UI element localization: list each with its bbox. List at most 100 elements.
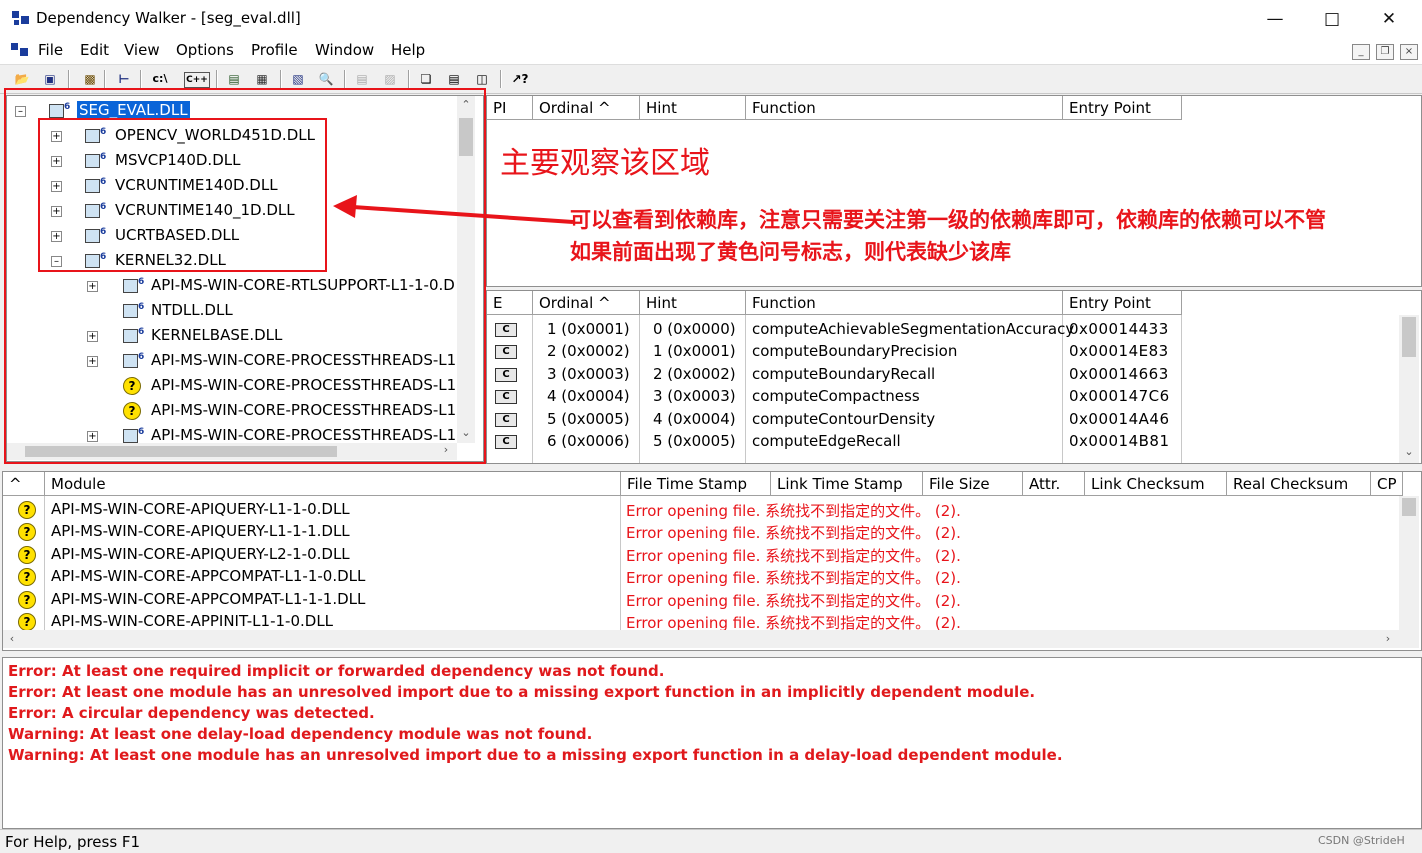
- title-bar: Dependency Walker - [seg_eval.dll] — □ ✕: [0, 0, 1422, 38]
- mdi-close-button[interactable]: ×: [1400, 44, 1418, 60]
- hint-cell: 5 (0x0005): [653, 432, 736, 450]
- table-row[interactable]: C 6 (0x0006) 5 (0x0005) computeEdgeRecal…: [487, 431, 1397, 453]
- log-line: Error: At least one required implicit or…: [8, 662, 665, 680]
- table-row[interactable]: ? API-MS-WIN-CORE-APPINIT-L1-1-0.DLL Err…: [3, 611, 1398, 631]
- missing-question-icon: ?: [18, 523, 36, 541]
- status-cell: Error opening file. 系统找不到指定的文件。 (2).: [626, 592, 961, 610]
- col-header-link-time-stamp[interactable]: Link Time Stamp: [771, 472, 923, 496]
- toolbar-separator: [344, 70, 346, 88]
- chart-icon[interactable]: ▤: [224, 69, 244, 89]
- hint-cell: 3 (0x0003): [653, 387, 736, 405]
- col-header-cp[interactable]: CP: [1371, 472, 1403, 496]
- table-row[interactable]: ? API-MS-WIN-CORE-APPCOMPAT-L1-1-1.DLL E…: [3, 589, 1398, 611]
- module-cell: API-MS-WIN-CORE-APPINIT-L1-1-0.DLL: [51, 612, 334, 630]
- table-row[interactable]: ? API-MS-WIN-CORE-APIQUERY-L1-1-1.DLL Er…: [3, 521, 1398, 543]
- col-header-hint[interactable]: Hint: [640, 291, 746, 315]
- col-header-file-time-stamp[interactable]: File Time Stamp: [621, 472, 771, 496]
- close-button[interactable]: ✕: [1366, 0, 1412, 38]
- menu-window[interactable]: Window: [315, 41, 374, 59]
- col-header-attr[interactable]: Attr.: [1023, 472, 1085, 496]
- table-row[interactable]: C 1 (0x0001) 0 (0x0000) computeAchievabl…: [487, 319, 1397, 341]
- menu-edit[interactable]: Edit: [80, 41, 109, 59]
- col-header-sort[interactable]: ^: [3, 472, 45, 496]
- cmd-icon[interactable]: c:\: [150, 69, 170, 89]
- mdi-restore-button[interactable]: ❐: [1376, 44, 1394, 60]
- system-info-icon[interactable]: ▧: [288, 69, 308, 89]
- table-row[interactable]: ? API-MS-WIN-CORE-APIQUERY-L2-1-0.DLL Er…: [3, 544, 1398, 566]
- copy-icon[interactable]: ▩: [80, 69, 100, 89]
- table-row[interactable]: C 3 (0x0003) 2 (0x0002) computeBoundaryR…: [487, 364, 1397, 386]
- menu-view[interactable]: View: [124, 41, 160, 59]
- col-header-function[interactable]: Function: [746, 291, 1063, 315]
- properties-icon[interactable]: ▦: [252, 69, 272, 89]
- col-header-link-checksum[interactable]: Link Checksum: [1085, 472, 1227, 496]
- export-vertical-scrollbar[interactable]: ⌄: [1399, 315, 1419, 463]
- function-cell: computeAchievableSegmentationAccuracy: [752, 320, 1075, 338]
- missing-question-icon: ?: [18, 591, 36, 609]
- menu-options[interactable]: Options: [176, 41, 234, 59]
- mdi-minimize-button[interactable]: _: [1352, 44, 1370, 60]
- save-icon[interactable]: ▣: [40, 69, 60, 89]
- missing-question-icon: ?: [18, 546, 36, 564]
- col-header-real-checksum[interactable]: Real Checksum: [1227, 472, 1371, 496]
- col-header-hint[interactable]: Hint: [640, 96, 746, 120]
- window-title: Dependency Walker - [seg_eval.dll]: [36, 9, 301, 27]
- col-header-e[interactable]: E: [487, 291, 533, 315]
- tree-icon[interactable]: ⊢: [114, 69, 134, 89]
- table-row[interactable]: C 2 (0x0002) 1 (0x0001) computeBoundaryP…: [487, 341, 1397, 363]
- hint-cell: 1 (0x0001): [653, 342, 736, 360]
- entry-point-cell: 0x00014A46: [1069, 410, 1170, 428]
- menu-profile[interactable]: Profile: [251, 41, 298, 59]
- scroll-thumb[interactable]: [1402, 498, 1416, 516]
- context-help-icon[interactable]: ↗?: [510, 69, 530, 89]
- c-export-icon: C: [495, 435, 517, 449]
- maximize-button[interactable]: □: [1309, 0, 1355, 38]
- col-header-entry-point[interactable]: Entry Point: [1063, 96, 1182, 120]
- entry-point-cell: 0x00014663: [1069, 365, 1169, 383]
- table-row[interactable]: C 5 (0x0005) 4 (0x0004) computeContourDe…: [487, 409, 1397, 431]
- status-cell: Error opening file. 系统找不到指定的文件。 (2).: [626, 502, 961, 520]
- minimize-button[interactable]: —: [1252, 0, 1298, 38]
- c-export-icon: C: [495, 323, 517, 337]
- scroll-thumb[interactable]: [1402, 317, 1416, 357]
- tile-vertical-icon[interactable]: ◫: [472, 69, 492, 89]
- col-header-pi[interactable]: PI: [487, 96, 533, 120]
- scroll-left-icon[interactable]: ‹: [5, 632, 19, 645]
- menu-help[interactable]: Help: [391, 41, 425, 59]
- scroll-down-icon[interactable]: ⌄: [1399, 445, 1419, 458]
- module-list-pane[interactable]: ^ Module File Time Stamp Link Time Stamp…: [2, 471, 1422, 651]
- annotation-inner-box: [38, 118, 327, 272]
- cascade-icon[interactable]: ❏: [416, 69, 436, 89]
- col-header-ordinal[interactable]: Ordinal ^: [533, 291, 640, 315]
- find-icon[interactable]: 🔍: [316, 69, 336, 89]
- log-pane[interactable]: Error: At least one required implicit or…: [2, 657, 1422, 829]
- toolbar-separator: [216, 70, 218, 88]
- table-row[interactable]: ? API-MS-WIN-CORE-APPCOMPAT-L1-1-0.DLL E…: [3, 566, 1398, 588]
- hint-cell: 4 (0x0004): [653, 410, 736, 428]
- c-export-icon: C: [495, 345, 517, 359]
- tile-horizontal-icon[interactable]: ▤: [444, 69, 464, 89]
- log-line: Warning: At least one module has an unre…: [8, 746, 1063, 764]
- cpp-icon[interactable]: C++: [184, 72, 210, 88]
- scroll-right-icon[interactable]: ›: [1381, 632, 1395, 645]
- module-list-horizontal-scrollbar[interactable]: ‹ ›: [3, 630, 1419, 648]
- col-header-entry-point[interactable]: Entry Point: [1063, 291, 1182, 315]
- annotation-arrow-icon: [333, 195, 574, 224]
- module-cell: API-MS-WIN-CORE-APIQUERY-L2-1-0.DLL: [51, 545, 350, 563]
- function-cell: computeBoundaryRecall: [752, 365, 936, 383]
- col-header-function[interactable]: Function: [746, 96, 1063, 120]
- table-row[interactable]: ? API-MS-WIN-CORE-APIQUERY-L1-1-0.DLL Er…: [3, 499, 1398, 521]
- export-function-pane[interactable]: E Ordinal ^ Hint Function Entry Point C …: [486, 290, 1422, 464]
- menu-file[interactable]: File: [38, 41, 63, 59]
- function-cell: computeBoundaryPrecision: [752, 342, 958, 360]
- toolbar-separator: [68, 70, 70, 88]
- open-icon[interactable]: 📂: [12, 69, 32, 89]
- col-header-module[interactable]: Module: [45, 472, 621, 496]
- ordinal-cell: 2 (0x0002): [547, 342, 630, 360]
- col-header-file-size[interactable]: File Size: [923, 472, 1023, 496]
- status-bar: For Help, press F1 CSDN @StrideH: [0, 829, 1422, 853]
- table-row[interactable]: C 4 (0x0004) 3 (0x0003) computeCompactne…: [487, 386, 1397, 408]
- col-header-ordinal[interactable]: Ordinal ^: [533, 96, 640, 120]
- ordinal-cell: 6 (0x0006): [547, 432, 630, 450]
- module-list-vertical-scrollbar[interactable]: [1399, 496, 1419, 630]
